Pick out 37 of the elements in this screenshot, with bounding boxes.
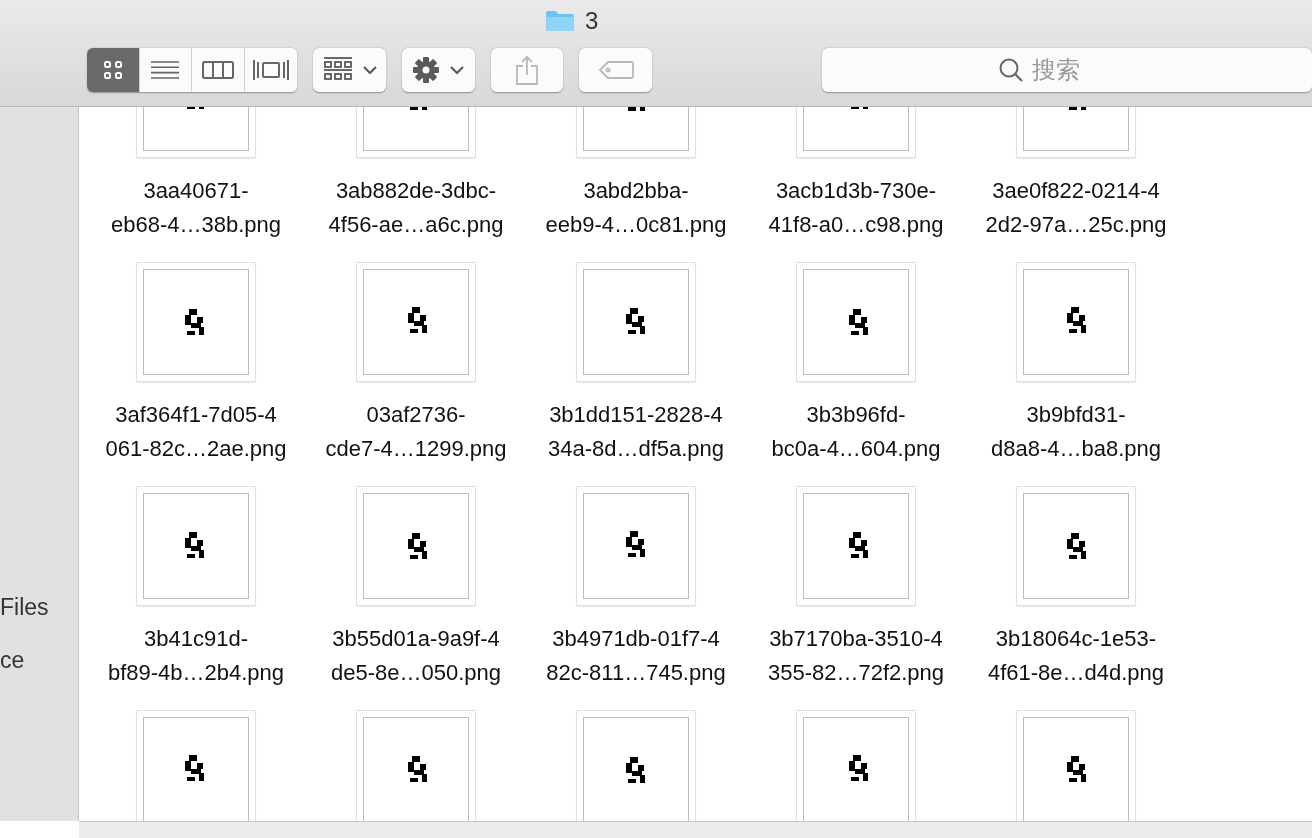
- list-view-button[interactable]: [139, 48, 193, 92]
- file-name[interactable]: 3b9bfd31- d8a8-4…ba8.png: [991, 398, 1161, 466]
- file-name[interactable]: 3af364f1-7d05-4 061-82c…2ae.png: [105, 398, 287, 466]
- file-name[interactable]: 3b3b96fd- bc0a-4…604.png: [771, 398, 941, 466]
- file-name[interactable]: 3b4971db-01f7-4 82c-811…745.png: [546, 622, 726, 690]
- sidebar-item[interactable]: ce: [0, 634, 78, 687]
- file-name[interactable]: 03af2736- cde7-4…1299.png: [325, 398, 507, 466]
- file-name[interactable]: 3ae0f822-0214-4 2d2-97a…25c.png: [985, 174, 1167, 242]
- window-title: 3: [585, 8, 599, 34]
- file-name[interactable]: 3acb1d3b-730e- 41f8-a0…c98.png: [768, 174, 944, 242]
- file-name[interactable]: 3ab882de-3dbc- 4f56-ae…a6c.png: [328, 174, 504, 242]
- folder-icon: [545, 10, 575, 32]
- action-button[interactable]: [402, 48, 475, 92]
- file-name[interactable]: 3b55d01a-9a9f-4 de5-8e…050.png: [331, 622, 501, 690]
- grid-icon: [102, 60, 123, 80]
- gallery-icon: [253, 59, 290, 81]
- settings-icon: [412, 56, 441, 84]
- file-name[interactable]: 3b1dd151-2828-4 34a-8d…df5a.png: [547, 398, 725, 466]
- sidebar-item[interactable]: Files: [0, 581, 78, 634]
- chevron-icon: [362, 65, 377, 75]
- icons-view-button[interactable]: [87, 48, 140, 92]
- file-name[interactable]: 3aa40671- eb68-4…38b.png: [111, 174, 281, 242]
- file-name[interactable]: 3b7170ba-3510-4 355-82…72f2.png: [767, 622, 945, 690]
- columns-icon: [202, 60, 234, 80]
- tag-icon: [597, 60, 634, 80]
- file-name[interactable]: 3b41c91d- bf89-4b…2b4.png: [107, 622, 285, 690]
- arrange-button[interactable]: [313, 48, 386, 92]
- list-icon: [151, 60, 180, 80]
- columns-view-button[interactable]: [192, 48, 245, 92]
- grid-icon: [322, 57, 353, 83]
- search-icon: [998, 57, 1025, 83]
- chevron-icon: [450, 65, 465, 75]
- search-field[interactable]: 搜索: [1032, 56, 1153, 84]
- file-name[interactable]: 3b18064c-1e53- 4f61-8e…d4d.png: [987, 622, 1165, 690]
- gallery-view-button[interactable]: [244, 48, 298, 92]
- share-icon: [515, 55, 539, 85]
- file-name[interactable]: 3abd2bba- eeb9-4…0c81.png: [545, 174, 727, 242]
